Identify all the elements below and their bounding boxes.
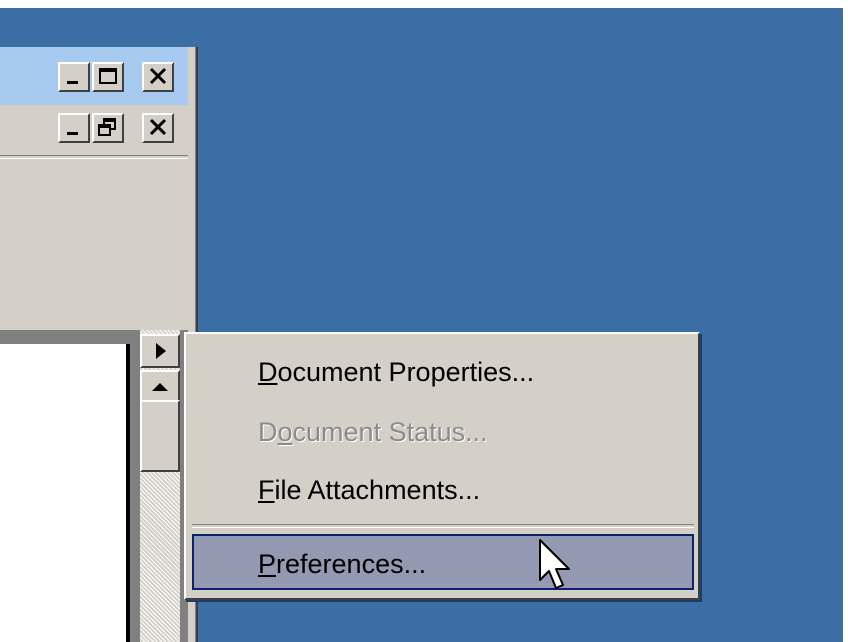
menu-separator xyxy=(192,524,694,528)
screen-edge-top xyxy=(0,0,851,8)
mouse-pointer-icon xyxy=(539,539,570,589)
menu-item-label: Document Status... xyxy=(258,417,488,447)
close-icon xyxy=(149,67,167,85)
context-menu: Document Properties... Document Status..… xyxy=(184,332,700,600)
menu-item-label: Document Properties... xyxy=(258,357,535,387)
menu-item-file-attachments[interactable]: File Attachments... xyxy=(192,462,694,518)
maximize-button[interactable] xyxy=(92,62,124,92)
doc-close-button[interactable] xyxy=(142,113,174,143)
options-menu-button[interactable] xyxy=(140,334,180,368)
document-area xyxy=(0,330,188,642)
menu-item-label: File Attachments... xyxy=(258,475,481,505)
close-button[interactable] xyxy=(142,62,174,92)
vertical-scrollbar[interactable] xyxy=(140,330,180,642)
minimize-icon xyxy=(67,81,78,84)
restore-icon xyxy=(98,118,116,136)
menu-item-document-properties[interactable]: Document Properties... xyxy=(192,344,694,400)
minimize-button[interactable] xyxy=(58,62,90,92)
menu-item-document-status: Document Status... xyxy=(192,404,694,460)
application-window xyxy=(0,47,198,642)
menu-item-label: Preferences... xyxy=(258,549,427,579)
scroll-up-icon xyxy=(152,383,168,391)
doc-minimize-button[interactable] xyxy=(58,113,90,143)
triangle-right-icon xyxy=(156,343,166,359)
doc-restore-button[interactable] xyxy=(92,113,124,143)
screen-edge-right xyxy=(843,0,851,642)
scroll-up-button[interactable] xyxy=(140,370,180,404)
menu-bar xyxy=(0,105,188,155)
menu-item-preferences[interactable]: Preferences... xyxy=(192,534,694,590)
menu-separator xyxy=(0,155,188,159)
minimize-icon xyxy=(67,132,78,135)
scroll-thumb[interactable] xyxy=(140,400,180,472)
maximize-icon xyxy=(99,68,117,84)
document-page[interactable] xyxy=(0,344,130,642)
title-bar[interactable] xyxy=(0,47,188,105)
close-icon xyxy=(149,118,167,136)
